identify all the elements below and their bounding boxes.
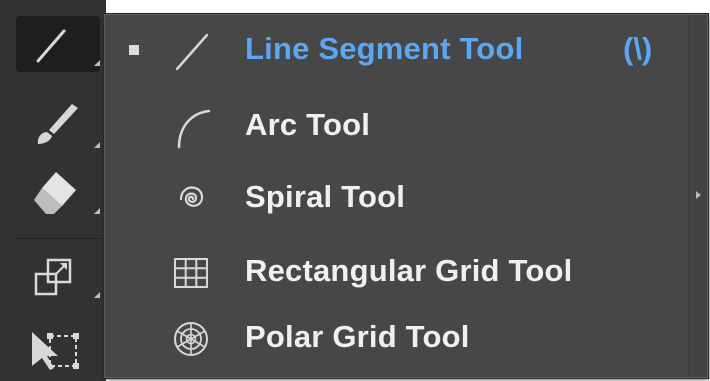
keyboard-shortcut: (\) [623, 31, 653, 66]
paintbrush-tool-button[interactable] [16, 98, 100, 154]
line-segment-tool-button[interactable] [16, 16, 100, 72]
toolbar-divider [14, 238, 104, 239]
scale-icon [34, 258, 100, 298]
menu-item-label: Arc Tool [245, 107, 371, 142]
selected-indicator-icon [129, 45, 139, 55]
menu-item-label: Rectangular Grid Tool [245, 253, 573, 288]
polar-grid-icon [174, 322, 208, 356]
free-transform-icon [32, 332, 79, 370]
arc-icon [177, 109, 211, 149]
paintbrush-icon [37, 104, 100, 148]
menu-item-line-segment-tool[interactable]: Line Segment Tool (\) [105, 17, 689, 87]
menu-item-label: Line Segment Tool [245, 31, 524, 66]
spiral-icon [179, 186, 204, 207]
flyout-items: Line Segment Tool (\) Arc Tool Spiral To… [105, 15, 689, 377]
menu-item-polar-grid-tool[interactable]: Polar Grid Tool [105, 305, 689, 375]
menu-item-rectangular-grid-tool[interactable]: Rectangular Grid Tool [105, 239, 689, 309]
menu-item-label: Polar Grid Tool [245, 319, 470, 354]
rectangular-grid-icon [174, 258, 208, 288]
free-transform-tool-button[interactable] [16, 318, 100, 374]
line-segment-icon [36, 29, 100, 66]
menu-item-label: Spiral Tool [245, 179, 406, 214]
expand-arrow-icon[interactable] [696, 191, 701, 199]
menu-item-arc-tool[interactable]: Arc Tool [105, 93, 689, 163]
tools-panel [0, 0, 106, 381]
menu-item-spiral-tool[interactable]: Spiral Tool [105, 165, 689, 235]
eraser-icon [34, 172, 100, 214]
line-tools-flyout-menu: Line Segment Tool (\) Arc Tool Spiral To… [104, 14, 708, 378]
tear-off-strip[interactable] [688, 15, 707, 377]
eraser-tool-button[interactable] [16, 164, 100, 220]
line-segment-icon [175, 33, 209, 71]
scale-tool-button[interactable] [16, 248, 100, 304]
